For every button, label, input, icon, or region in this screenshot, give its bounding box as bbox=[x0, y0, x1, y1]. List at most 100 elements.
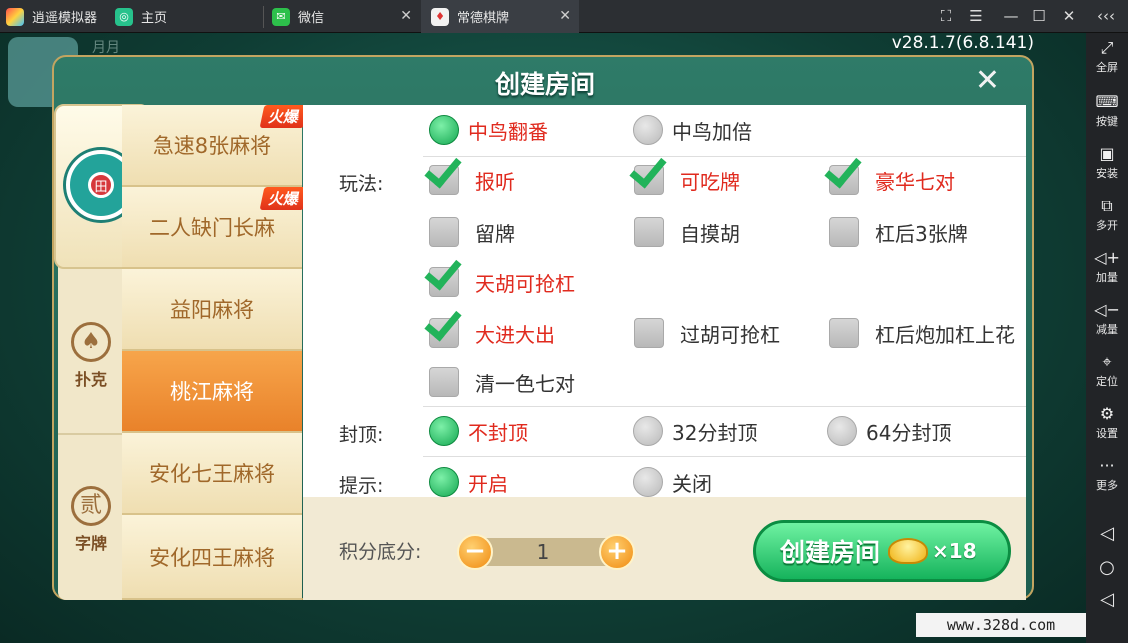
create-room-cost: ×18 bbox=[932, 539, 977, 563]
decrease-score-button[interactable]: − bbox=[457, 534, 493, 570]
maximize-icon[interactable]: ☐ bbox=[1029, 7, 1049, 25]
game-item-jisu8[interactable]: 急速8张麻将 火爆 bbox=[122, 105, 309, 187]
game-item-yiyang[interactable]: 益阳麻将 bbox=[122, 269, 302, 351]
game-item-taojiang[interactable]: 桃江麻将 bbox=[122, 351, 302, 433]
sidebar-item-volume-down[interactable]: ◁− 减量 bbox=[1086, 301, 1128, 337]
radio-bufengding[interactable]: 不封顶 bbox=[429, 415, 528, 447]
sidebar-item-fullscreen[interactable]: ⤢ 全屏 bbox=[1086, 39, 1128, 75]
sidebar-item-more[interactable]: ··· 更多 bbox=[1086, 457, 1128, 493]
increase-score-button[interactable]: + bbox=[599, 534, 635, 570]
hot-badge: 火爆 bbox=[259, 105, 309, 128]
keyboard-icon: ⌨ bbox=[1095, 92, 1119, 111]
close-icon[interactable]: ✕ bbox=[975, 63, 1000, 98]
close-window-icon[interactable]: ✕ bbox=[1059, 7, 1079, 25]
option-label: 开启 bbox=[468, 471, 508, 496]
sidebar-item-label: 安装 bbox=[1096, 167, 1118, 180]
row-divider bbox=[423, 406, 1026, 407]
menu-icon[interactable]: ☰ bbox=[966, 7, 986, 25]
radio-off-icon bbox=[633, 115, 663, 145]
tab-changde-chess[interactable]: ♦ 常德棋牌 ✕ bbox=[421, 0, 579, 33]
minimize-icon[interactable]: — bbox=[1001, 7, 1021, 25]
option-label: 留牌 bbox=[475, 221, 515, 246]
close-tab-icon[interactable]: ✕ bbox=[400, 8, 412, 24]
game-item-label: 安化七王麻将 bbox=[149, 462, 275, 486]
tab-emulator-home[interactable]: 逍遥模拟器 bbox=[6, 0, 114, 33]
option-label: 不封顶 bbox=[468, 420, 528, 445]
radio-32-fengding[interactable]: 32分封顶 bbox=[633, 415, 757, 447]
tab-label: 常德棋牌 bbox=[457, 11, 510, 26]
check-dajin-dachu[interactable]: 大进大出 bbox=[424, 302, 555, 349]
category-poker[interactable]: ♠ 扑克 bbox=[58, 322, 124, 390]
radio-tishi-on[interactable]: 开启 bbox=[429, 466, 508, 497]
game-item-anhua4[interactable]: 安化四王麻将 bbox=[122, 515, 302, 600]
sidebar-item-label: 按键 bbox=[1096, 115, 1118, 128]
emulator-logo-icon bbox=[6, 7, 24, 26]
category-zipai[interactable]: 贰 字牌 bbox=[58, 486, 124, 554]
checkbox-unchecked-icon bbox=[829, 318, 859, 348]
apk-icon: ▣ bbox=[1099, 144, 1115, 163]
game-item-label: 益阳麻将 bbox=[170, 298, 254, 322]
fullscreen-icon: ⤢ bbox=[1100, 38, 1114, 57]
tab-wechat[interactable]: ✉ 微信 ✕ bbox=[272, 0, 420, 33]
check-ganghoupao[interactable]: 杠后炮加杠上花 bbox=[829, 317, 1015, 349]
check-baoting[interactable]: 报听 bbox=[424, 149, 515, 196]
tab-home[interactable]: ◎ 主页 bbox=[115, 0, 263, 33]
create-room-button[interactable]: 创建房间 ×18 bbox=[753, 520, 1011, 582]
sidebar-item-label: 减量 bbox=[1096, 323, 1118, 336]
checkbox-checked-icon bbox=[424, 302, 462, 348]
settings-panel: 中鸟翻番 中鸟加倍 玩法: 报听 可吃牌 豪华七对 留牌 自摸胡 杠后3张牌 天… bbox=[303, 105, 1026, 497]
check-liupai[interactable]: 留牌 bbox=[429, 216, 515, 248]
check-ganghou-3zhang[interactable]: 杠后3张牌 bbox=[829, 216, 968, 248]
row-divider bbox=[423, 156, 1026, 157]
category-label: 字牌 bbox=[74, 534, 107, 553]
check-haohua-qidui[interactable]: 豪华七对 bbox=[824, 149, 955, 196]
gold-ingot-icon bbox=[888, 538, 929, 564]
version-label: v28.1.7(6.8.141) bbox=[891, 33, 1034, 53]
back-icon[interactable]: ◁ bbox=[1086, 523, 1128, 544]
sidebar-item-location[interactable]: ⌖ 定位 bbox=[1086, 353, 1128, 389]
check-guohu-qianggang[interactable]: 过胡可抢杠 bbox=[634, 317, 780, 349]
check-qingyise-qidui[interactable]: 清一色七对 bbox=[429, 366, 575, 398]
home-app-icon: ◎ bbox=[115, 7, 133, 26]
check-tianhu-qianggang[interactable]: 天胡可抢杠 bbox=[424, 251, 575, 298]
option-label: 过胡可抢杠 bbox=[680, 322, 780, 347]
sidebar-item-label: 全屏 bbox=[1096, 61, 1118, 74]
screenshot-icon[interactable]: ⛶ bbox=[936, 7, 956, 25]
sidebar-item-keyboard[interactable]: ⌨ 按键 bbox=[1086, 93, 1128, 129]
sidebar-item-label: 加量 bbox=[1096, 271, 1118, 284]
tab-separator bbox=[263, 6, 264, 28]
game-item-erren[interactable]: 二人缺门长麻 火爆 bbox=[122, 187, 309, 269]
sidebar-item-multi[interactable]: ⧉ 多开 bbox=[1086, 197, 1128, 233]
check-zimohu[interactable]: 自摸胡 bbox=[634, 216, 740, 248]
checkbox-unchecked-icon bbox=[829, 217, 859, 247]
radio-64-fengding[interactable]: 64分封顶 bbox=[827, 415, 951, 447]
home-icon[interactable]: ○ bbox=[1086, 557, 1128, 578]
option-label: 大进大出 bbox=[475, 322, 555, 347]
option-label: 关闭 bbox=[672, 471, 712, 496]
game-item-label: 二人缺门长麻 bbox=[149, 216, 275, 240]
wechat-icon: ✉ bbox=[272, 7, 290, 26]
recent-apps-icon[interactable]: ◁ bbox=[1086, 589, 1128, 610]
option-label: 中鸟加倍 bbox=[672, 119, 752, 144]
radio-off-icon bbox=[633, 416, 663, 446]
radio-zhongniao-jiabei[interactable]: 中鸟加倍 bbox=[633, 114, 752, 146]
close-tab-icon[interactable]: ✕ bbox=[559, 8, 571, 24]
sidebar-item-volume-up[interactable]: ◁+ 加量 bbox=[1086, 249, 1128, 285]
emulator-titlebar: 逍遥模拟器 ◎ 主页 ✉ 微信 ✕ ♦ 常德棋牌 ✕ ⛶ ☰ — ☐ ✕ ‹‹‹ bbox=[0, 0, 1128, 33]
row-divider bbox=[423, 456, 1026, 457]
sidebar-item-settings[interactable]: ⚙ 设置 bbox=[1086, 405, 1128, 441]
sidebar-item-install[interactable]: ▣ 安装 bbox=[1086, 145, 1128, 181]
check-kechipai[interactable]: 可吃牌 bbox=[629, 149, 740, 196]
score-label: 积分底分: bbox=[339, 541, 422, 563]
app-name: 逍遥模拟器 bbox=[32, 11, 98, 26]
game-item-anhua7[interactable]: 安化七王麻将 bbox=[122, 433, 302, 515]
more-icon: ··· bbox=[1099, 456, 1115, 475]
location-icon: ⌖ bbox=[1102, 352, 1112, 371]
option-label: 中鸟翻番 bbox=[468, 119, 548, 144]
collapse-sidebar-icon[interactable]: ‹‹‹ bbox=[1096, 7, 1116, 25]
checkbox-checked-icon bbox=[629, 149, 667, 195]
option-label: 64分封顶 bbox=[866, 420, 952, 445]
radio-tishi-off[interactable]: 关闭 bbox=[633, 466, 712, 497]
radio-zhongniao-fanfan[interactable]: 中鸟翻番 bbox=[429, 114, 548, 146]
hot-badge: 火爆 bbox=[259, 187, 309, 210]
